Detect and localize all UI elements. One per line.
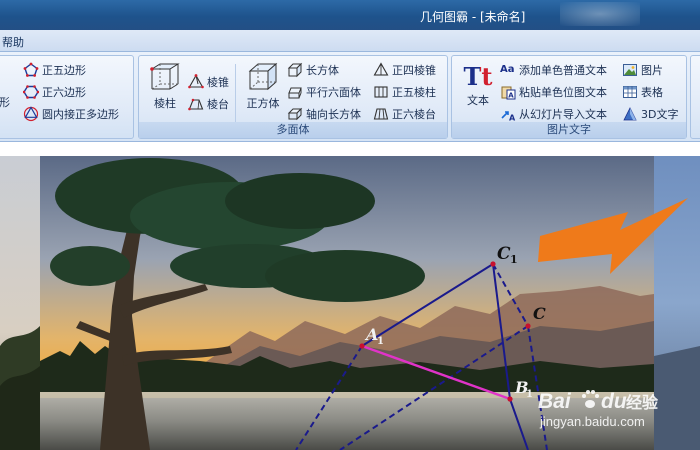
menu-help[interactable]: 帮助 — [2, 34, 24, 50]
text-tt-icon: Tt — [458, 62, 498, 92]
3d-text-icon — [623, 107, 637, 121]
axial-cuboid-button[interactable]: 轴向长方体 — [287, 106, 361, 122]
plain-text-icon: Aa — [500, 64, 515, 75]
pentagon-icon — [23, 62, 39, 77]
3d-text-button[interactable]: 3D文字 — [622, 106, 678, 122]
watermark-brand-cn: 经验 — [626, 393, 659, 412]
next-group-partial — [690, 55, 700, 139]
pyramid-label: 棱锥 — [207, 76, 229, 89]
vertex-a1 — [359, 343, 365, 349]
label-c: C — [533, 304, 546, 323]
content-top-margin — [0, 142, 700, 156]
frustum-label: 棱台 — [207, 98, 229, 111]
watermark-brand-end: du — [601, 390, 627, 413]
picture-text-group: Tt 文本 Aa 添加单色普通文本 A 粘贴单色位图文本 A 从幻灯片导入文本 — [451, 55, 687, 139]
picture-icon — [623, 64, 637, 76]
label-c1-subscript: 1 — [510, 253, 518, 266]
next-slide-edge — [654, 156, 700, 450]
square-pyramid-icon — [373, 62, 389, 76]
watermark-url: jingyan.baidu.com — [539, 414, 645, 429]
cuboid-label: 长方体 — [306, 64, 339, 77]
polygon-group: 形 正五边形 正六边形 圆内接正多边形 — [0, 55, 134, 139]
paste-bitmap-text-icon: A — [501, 86, 516, 100]
inscribed-polygon-button[interactable]: 圆内接正多边形 — [23, 106, 119, 122]
prism-icon — [150, 63, 180, 90]
regular-pentagon-label: 正五边形 — [42, 64, 86, 77]
parallelepiped-button[interactable]: 平行六面体 — [287, 84, 361, 100]
add-plain-text-label: 添加单色普通文本 — [519, 64, 607, 77]
previous-slide-edge — [0, 156, 40, 450]
prism-button[interactable]: 棱柱 — [145, 61, 185, 111]
add-plain-text-button[interactable]: Aa 添加单色普通文本 — [500, 62, 607, 78]
import-slide-text-icon: A — [501, 111, 516, 123]
hexagonal-frustum-icon — [373, 108, 389, 120]
table-button[interactable]: 表格 — [622, 84, 663, 100]
label-b1-subscript: 1 — [526, 389, 533, 400]
label-c1: C — [497, 244, 511, 264]
menu-bar: 帮助 — [0, 30, 700, 52]
title-bar: 几何图霸 - [未命名] — [0, 0, 700, 30]
partial-label: 形 — [0, 96, 10, 109]
hexagon-icon — [23, 85, 39, 99]
paste-bitmap-text-label: 粘贴单色位图文本 — [519, 86, 607, 99]
axial-cuboid-label: 轴向长方体 — [306, 108, 361, 121]
pentagonal-prism-label: 正五棱柱 — [392, 86, 436, 99]
regular-pentagon-button[interactable]: 正五边形 — [23, 62, 86, 78]
pyramid-button[interactable]: 棱锥 — [188, 74, 229, 90]
picture-text-group-label: 图片文字 — [452, 122, 686, 138]
inscribed-polygon-label: 圆内接正多边形 — [42, 108, 119, 121]
picture-label: 图片 — [641, 64, 663, 77]
table-icon — [623, 86, 637, 98]
vertex-c1 — [490, 261, 496, 267]
polyhedron-group: 棱柱 棱锥 棱台 正方体 长方体 平行六面体 轴向长方体 正四棱锥 正五棱柱 正… — [138, 55, 448, 139]
paste-bitmap-text-button[interactable]: A 粘贴单色位图文本 — [500, 84, 607, 100]
cuboid-icon — [287, 62, 303, 78]
polyhedron-group-label: 多面体 — [139, 122, 447, 138]
frustum-icon — [188, 98, 204, 111]
slide-canvas: C 1 C A 1 B 1 Bai du 经验 jingyan.baidu.co… — [0, 156, 700, 450]
cube-icon — [248, 62, 278, 91]
hexagonal-frustum-label: 正六棱台 — [392, 108, 436, 121]
cube-label: 正方体 — [246, 97, 280, 110]
picture-button[interactable]: 图片 — [622, 62, 663, 78]
text-button[interactable]: Tt 文本 — [458, 62, 498, 108]
3d-text-label: 3D文字 — [641, 108, 679, 121]
vertex-c — [525, 323, 531, 329]
pentagonal-prism-icon — [374, 86, 388, 98]
regular-hexagon-button[interactable]: 正六边形 — [23, 84, 86, 100]
vertex-b1 — [507, 396, 513, 402]
label-a1-subscript: 1 — [377, 336, 384, 347]
axial-cuboid-icon — [287, 107, 303, 121]
svg-text:A: A — [509, 114, 516, 123]
cuboid-button[interactable]: 长方体 — [287, 62, 339, 78]
text-label: 文本 — [467, 94, 489, 107]
frustum-button[interactable]: 棱台 — [188, 96, 229, 112]
hexagonal-frustum-button[interactable]: 正六棱台 — [373, 106, 436, 122]
watermark-brand: Bai — [538, 390, 572, 413]
title-bar-highlight — [560, 2, 640, 26]
square-pyramid-button[interactable]: 正四棱锥 — [373, 62, 436, 78]
inscribed-polygon-icon — [23, 106, 39, 122]
pentagonal-prism-button[interactable]: 正五棱柱 — [373, 84, 436, 100]
cube-button[interactable]: 正方体 — [241, 61, 285, 111]
table-label: 表格 — [641, 86, 663, 99]
import-slide-text-button[interactable]: A 从幻灯片导入文本 — [500, 106, 607, 122]
document-content: C 1 C A 1 B 1 Bai du 经验 jingyan.baidu.co… — [0, 156, 700, 450]
pyramid-icon — [188, 74, 204, 89]
ribbon: 形 正五边形 正六边形 圆内接正多边形 棱柱 棱锥 棱台 正方体 长方体 平行六… — [0, 52, 700, 142]
svg-text:A: A — [508, 92, 514, 100]
parallelepiped-label: 平行六面体 — [306, 86, 361, 99]
prism-label: 棱柱 — [154, 97, 176, 110]
regular-hexagon-label: 正六边形 — [42, 86, 86, 99]
square-pyramid-label: 正四棱锥 — [392, 64, 436, 77]
parallelepiped-icon — [288, 87, 302, 99]
import-slide-text-label: 从幻灯片导入文本 — [519, 108, 607, 121]
group-divider — [235, 64, 236, 122]
window-title: 几何图霸 - [未命名] — [420, 10, 526, 24]
